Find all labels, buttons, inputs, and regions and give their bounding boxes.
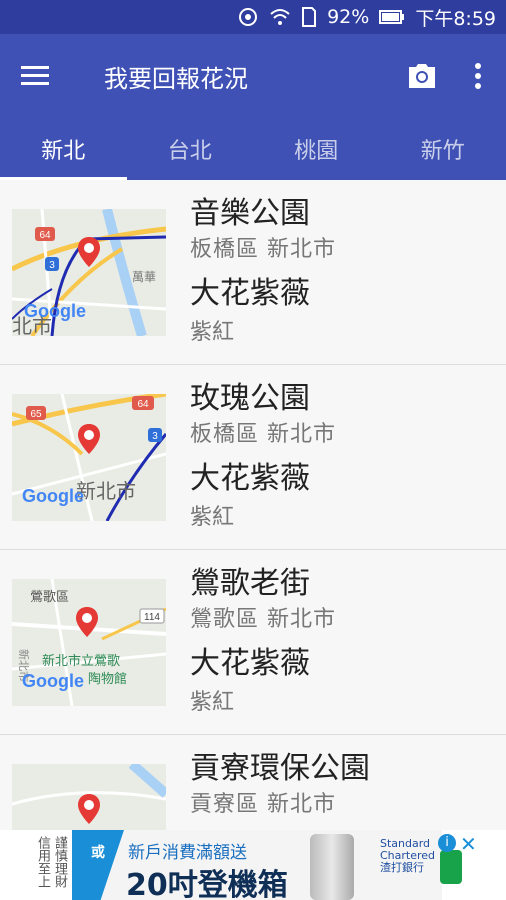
ad-disclaimer: 謹慎理財 信用至上 <box>35 836 67 888</box>
svg-text:鶯歌區: 鶯歌區 <box>30 590 69 605</box>
svg-text:64: 64 <box>39 230 51 241</box>
flower-name: 大花紫薇 <box>190 276 310 311</box>
park-name: 鶯歌老街 <box>190 566 310 601</box>
district-label: 貢寮區 新北市 <box>190 792 336 817</box>
ad-offer: 20吋登機箱 <box>126 868 288 900</box>
list-item[interactable]: 64 3 萬華 北市 Google 音樂公園 板橋區 新北市 大花紫薇 紫紅 <box>0 180 506 365</box>
ad-close-icon[interactable]: ✕ <box>460 832 477 856</box>
district-label: 鶯歌區 新北市 <box>190 607 336 632</box>
svg-text:65: 65 <box>30 409 42 420</box>
suitcase-image <box>310 834 354 900</box>
svg-text:3: 3 <box>49 260 55 271</box>
clock: 下午8:59 <box>415 7 496 30</box>
tab-taipei[interactable]: 台北 <box>127 118 254 180</box>
svg-text:陶物館: 陶物館 <box>88 671 127 687</box>
park-name: 貢寮環保公園 <box>190 751 370 786</box>
svg-text:64: 64 <box>137 399 149 410</box>
wifi-icon <box>269 6 291 28</box>
map-thumbnail <box>12 764 166 830</box>
district-label: 板橋區 新北市 <box>190 422 336 447</box>
svg-text:Google: Google <box>22 486 84 506</box>
flower-name: 大花紫薇 <box>190 646 310 681</box>
svg-text:3: 3 <box>152 431 158 442</box>
flower-color: 紫紅 <box>190 320 235 345</box>
hamburger-menu-icon[interactable] <box>0 34 70 118</box>
region-tabs: 新北 台北 桃園 新竹 <box>0 118 506 180</box>
park-name: 音樂公園 <box>190 196 310 231</box>
svg-text:114: 114 <box>144 612 160 623</box>
battery-icon <box>379 9 405 25</box>
svg-text:萬華: 萬華 <box>132 270 156 284</box>
list-item[interactable]: 65 64 3 新北市 Google 玫瑰公園 板橋區 新北市 大花紫薇 紫紅 <box>0 365 506 550</box>
more-vert-icon[interactable] <box>450 34 506 118</box>
battery-percent: 92% <box>327 6 370 28</box>
list-item[interactable]: 貢寮環保公園 貢寮區 新北市 <box>0 735 506 830</box>
park-name: 玫瑰公園 <box>190 381 310 416</box>
svg-text:新北市: 新北市 <box>76 479 136 503</box>
ad-creative[interactable]: 或 新戶消費滿額送 20吋登機箱 Standard Chartered 渣打銀行 <box>72 830 462 900</box>
svg-text:新北市立鶯歌: 新北市立鶯歌 <box>42 653 120 669</box>
brand-logo-icon <box>440 850 462 884</box>
map-thumbnail: 64 3 萬華 北市 Google <box>12 209 166 336</box>
ad-banner[interactable]: 謹慎理財 信用至上 或 新戶消費滿額送 20吋登機箱 Standard Char… <box>0 830 506 900</box>
list-item[interactable]: 鶯歌區 114 新北市 新北市立鶯歌 陶物館 Google 鶯歌老街 鶯歌區 新… <box>0 550 506 735</box>
flower-color: 紫紅 <box>190 505 235 530</box>
ad-brand: Standard Chartered 渣打銀行 <box>380 837 436 874</box>
map-thumbnail: 鶯歌區 114 新北市 新北市立鶯歌 陶物館 Google <box>12 579 166 706</box>
map-thumbnail: 65 64 3 新北市 Google <box>12 394 166 521</box>
page-title: 我要回報花況 <box>104 64 248 93</box>
sync-icon <box>237 6 259 28</box>
ad-or-label: 或 <box>72 830 124 900</box>
park-list[interactable]: 64 3 萬華 北市 Google 音樂公園 板橋區 新北市 大花紫薇 紫紅 6… <box>0 180 506 830</box>
flower-name: 大花紫薇 <box>190 461 310 496</box>
district-label: 板橋區 新北市 <box>190 237 336 262</box>
camera-icon[interactable] <box>394 34 450 118</box>
tab-taoyuan[interactable]: 桃園 <box>253 118 380 180</box>
ad-info-icon[interactable]: i <box>438 834 456 852</box>
flower-color: 紫紅 <box>190 690 235 715</box>
tab-new-taipei[interactable]: 新北 <box>0 118 127 180</box>
svg-text:Google: Google <box>22 671 84 691</box>
app-bar: 我要回報花況 <box>0 34 506 118</box>
status-bar: 92% 下午8:59 <box>0 0 506 34</box>
sim-icon <box>301 6 317 28</box>
svg-text:Google: Google <box>24 301 86 321</box>
tab-hsinchu[interactable]: 新竹 <box>380 118 506 180</box>
